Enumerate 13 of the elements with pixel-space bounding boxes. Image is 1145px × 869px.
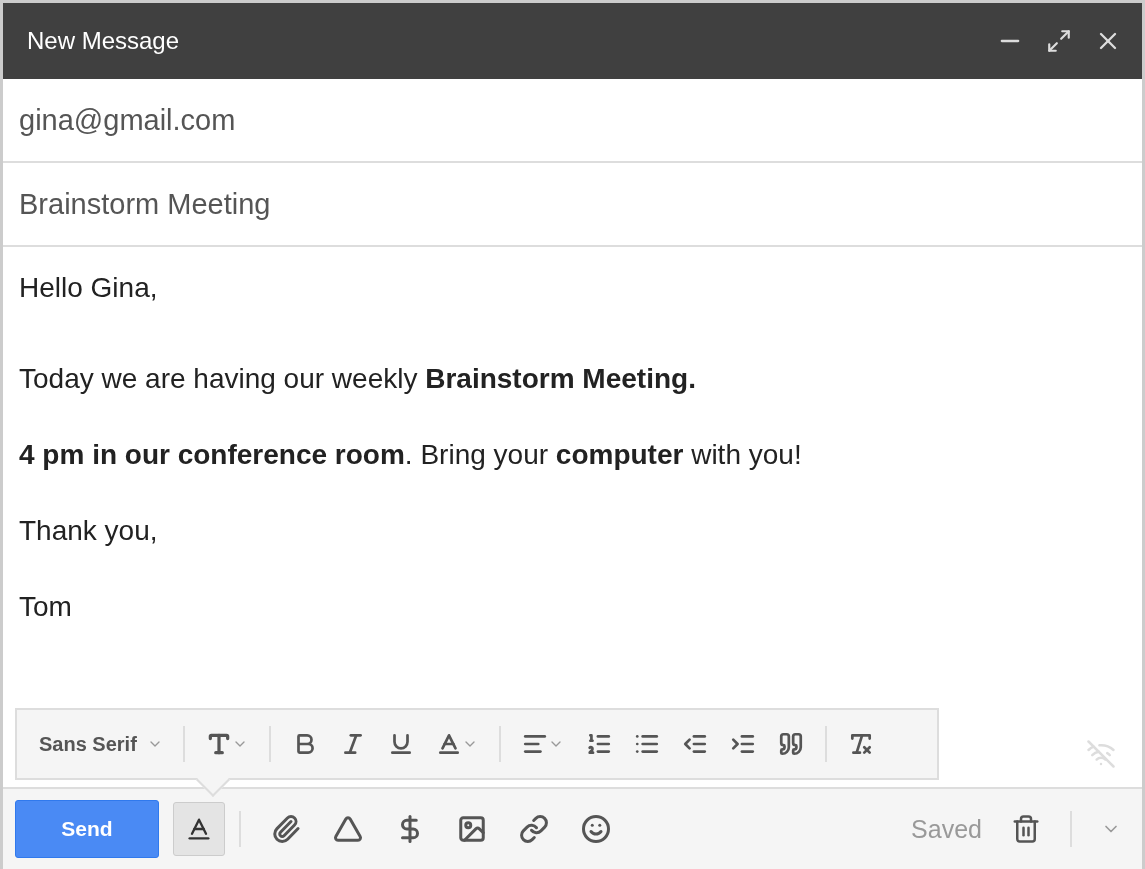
body-paragraph: 4 pm in our conference room. Bring your computer with you!	[19, 438, 803, 472]
recipient-field[interactable]: gina@gmail.com	[3, 79, 1142, 163]
window-title: New Message	[27, 27, 181, 55]
formatting-toggle[interactable]	[173, 802, 225, 856]
offline-icon	[1086, 739, 1116, 769]
maximize-icon[interactable]	[1046, 28, 1072, 54]
body-paragraph: Today we are having our weekly Brainstorm Meeting.	[19, 362, 697, 396]
body-paragraph: Thank you,	[19, 514, 159, 548]
body-paragraph: Tom	[19, 590, 73, 624]
subject-field[interactable]: Brainstorm Meeting	[3, 163, 1142, 247]
saved-status: Saved	[911, 814, 982, 844]
font-dropdown[interactable]: Sans Serif	[31, 732, 171, 756]
body-paragraph: Hello Gina,	[19, 271, 159, 305]
